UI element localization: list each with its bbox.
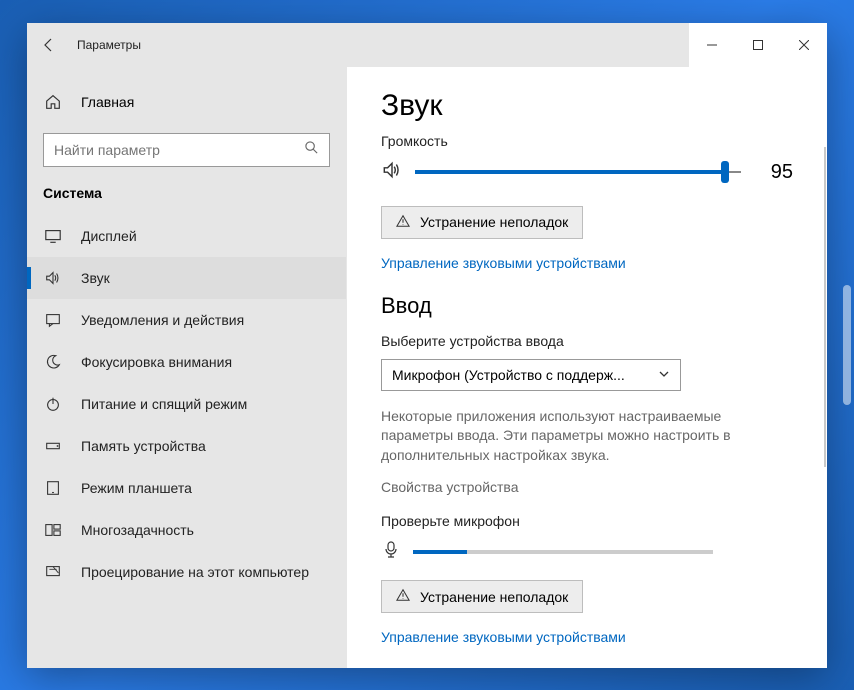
input-device-select[interactable]: Микрофон (Устройство с поддерж... <box>381 359 681 391</box>
sidebar-item-power[interactable]: Питание и спящий режим <box>27 383 346 425</box>
storage-icon <box>43 437 63 455</box>
volume-row: 95 <box>381 159 793 186</box>
tablet-icon <box>43 479 63 497</box>
volume-value: 95 <box>753 161 793 184</box>
microphone-icon <box>381 539 401 564</box>
main-panel: Звук Громкость 95 Устранение неполадок У… <box>347 67 827 668</box>
nav-list: Дисплей Звук Уведомления и действия Фоку… <box>27 215 346 593</box>
nav-label: Память устройства <box>81 438 206 454</box>
window-title: Параметры <box>77 38 141 52</box>
device-properties-link[interactable]: Свойства устройства <box>381 479 793 495</box>
section-label: Система <box>27 185 346 215</box>
troubleshoot-button[interactable]: Устранение неполадок <box>381 206 583 239</box>
close-button[interactable] <box>781 23 827 67</box>
chevron-down-icon <box>658 367 670 383</box>
sidebar-item-notifications[interactable]: Уведомления и действия <box>27 299 346 341</box>
search-input[interactable] <box>54 142 304 158</box>
nav-label: Уведомления и действия <box>81 312 244 328</box>
input-device-value: Микрофон (Устройство с поддерж... <box>392 367 625 383</box>
warning-icon <box>396 214 410 231</box>
home-icon <box>43 93 63 111</box>
monitor-icon <box>43 227 63 245</box>
speaker-icon <box>381 159 403 186</box>
mic-level-meter <box>413 550 713 554</box>
sidebar: Главная Система Дисплей Звук <box>27 67 347 668</box>
input-heading: Ввод <box>381 293 793 319</box>
back-button[interactable] <box>27 23 71 67</box>
search-icon <box>304 140 319 160</box>
input-description: Некоторые приложения используют настраив… <box>381 407 791 466</box>
sidebar-item-multitask[interactable]: Многозадачность <box>27 509 346 551</box>
home-label: Главная <box>81 94 134 110</box>
troubleshoot-mic-label: Устранение неполадок <box>420 589 568 605</box>
projection-icon <box>43 563 63 581</box>
manage-devices-link[interactable]: Управление звуковыми устройствами <box>381 255 793 271</box>
sidebar-item-tablet[interactable]: Режим планшета <box>27 467 346 509</box>
titlebar: Параметры <box>27 23 827 67</box>
nav-label: Многозадачность <box>81 522 194 538</box>
window-body: Главная Система Дисплей Звук <box>27 67 827 668</box>
sidebar-item-sound[interactable]: Звук <box>27 257 346 299</box>
sidebar-item-projection[interactable]: Проецирование на этот компьютер <box>27 551 346 593</box>
maximize-button[interactable] <box>735 23 781 67</box>
search-input-wrap[interactable] <box>43 133 330 167</box>
moon-icon <box>43 353 63 371</box>
nav-label: Питание и спящий режим <box>81 396 247 412</box>
speaker-icon <box>43 269 63 287</box>
warning-icon <box>396 588 410 605</box>
volume-slider[interactable] <box>415 162 741 182</box>
test-mic-label: Проверьте микрофон <box>381 513 793 529</box>
sidebar-item-focus[interactable]: Фокусировка внимания <box>27 341 346 383</box>
mic-test-row <box>381 539 793 564</box>
settings-window: Параметры Главная <box>27 23 827 668</box>
page-title: Звук <box>381 89 793 123</box>
input-choose-label: Выберите устройства ввода <box>381 333 793 349</box>
multitask-icon <box>43 521 63 539</box>
nav-label: Дисплей <box>81 228 137 244</box>
scrollbar[interactable] <box>824 147 826 467</box>
manage-devices-link-2[interactable]: Управление звуковыми устройствами <box>381 629 793 645</box>
window-controls <box>689 23 827 67</box>
sidebar-item-display[interactable]: Дисплей <box>27 215 346 257</box>
nav-label: Фокусировка внимания <box>81 354 232 370</box>
window-scrollbar[interactable] <box>843 285 851 405</box>
home-link[interactable]: Главная <box>27 85 346 119</box>
minimize-button[interactable] <box>689 23 735 67</box>
nav-label: Звук <box>81 270 110 286</box>
sidebar-item-storage[interactable]: Память устройства <box>27 425 346 467</box>
troubleshoot-mic-button[interactable]: Устранение неполадок <box>381 580 583 613</box>
nav-label: Режим планшета <box>81 480 192 496</box>
power-icon <box>43 395 63 413</box>
nav-label: Проецирование на этот компьютер <box>81 564 309 580</box>
troubleshoot-label: Устранение неполадок <box>420 214 568 230</box>
chat-icon <box>43 311 63 329</box>
volume-label: Громкость <box>381 133 793 149</box>
